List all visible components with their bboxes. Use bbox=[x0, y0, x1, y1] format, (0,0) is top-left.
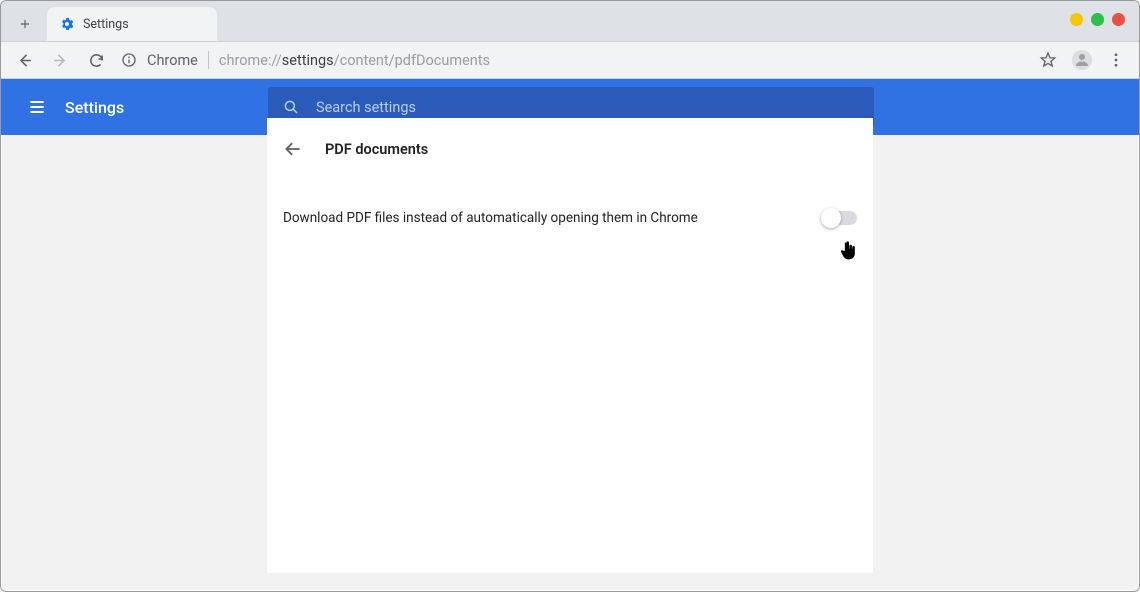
pdf-download-option-row: Download PDF files instead of automatica… bbox=[267, 196, 873, 240]
settings-body: PDF documents Download PDF files instead… bbox=[2, 135, 1138, 590]
card-header: PDF documents bbox=[267, 118, 873, 180]
address-bar[interactable]: Chrome chrome://settings/content/pdfDocu… bbox=[121, 45, 1027, 75]
address-chip: Chrome bbox=[147, 52, 198, 69]
url-host: settings bbox=[282, 52, 334, 69]
settings-card: PDF documents Download PDF files instead… bbox=[267, 118, 873, 573]
back-arrow-button[interactable] bbox=[281, 137, 305, 161]
maximize-button[interactable] bbox=[1091, 13, 1104, 26]
browser-tab[interactable]: Settings bbox=[47, 7, 217, 41]
search-icon bbox=[282, 98, 300, 116]
bookmark-button[interactable] bbox=[1033, 45, 1063, 75]
app-title: Settings bbox=[65, 98, 124, 117]
url-scheme: chrome:// bbox=[219, 52, 282, 69]
url-text: chrome://settings/content/pdfDocuments bbox=[219, 52, 490, 69]
new-tab-button[interactable] bbox=[9, 8, 41, 40]
browser-toolbar: Chrome chrome://settings/content/pdfDocu… bbox=[1, 41, 1139, 79]
url-path: /content/pdfDocuments bbox=[334, 52, 490, 69]
profile-button[interactable] bbox=[1067, 45, 1097, 75]
avatar-icon bbox=[1072, 50, 1092, 70]
option-label: Download PDF files instead of automatica… bbox=[283, 210, 823, 226]
back-button[interactable] bbox=[9, 45, 39, 75]
menu-button[interactable] bbox=[1101, 45, 1131, 75]
search-input[interactable] bbox=[316, 99, 860, 116]
forward-button[interactable] bbox=[45, 45, 75, 75]
cursor-hand-icon bbox=[839, 241, 859, 265]
toggle-knob bbox=[821, 208, 841, 228]
window-controls bbox=[1070, 13, 1125, 26]
site-info-icon[interactable] bbox=[121, 52, 137, 68]
pdf-download-toggle[interactable] bbox=[823, 211, 857, 225]
tab-title: Settings bbox=[83, 17, 129, 32]
hamburger-menu-button[interactable] bbox=[25, 95, 49, 119]
page-title: PDF documents bbox=[325, 141, 428, 158]
reload-button[interactable] bbox=[81, 45, 111, 75]
close-button[interactable] bbox=[1112, 13, 1125, 26]
minimize-button[interactable] bbox=[1070, 13, 1083, 26]
tab-strip: Settings bbox=[1, 1, 1139, 41]
gear-icon bbox=[59, 16, 75, 32]
divider bbox=[208, 51, 209, 69]
